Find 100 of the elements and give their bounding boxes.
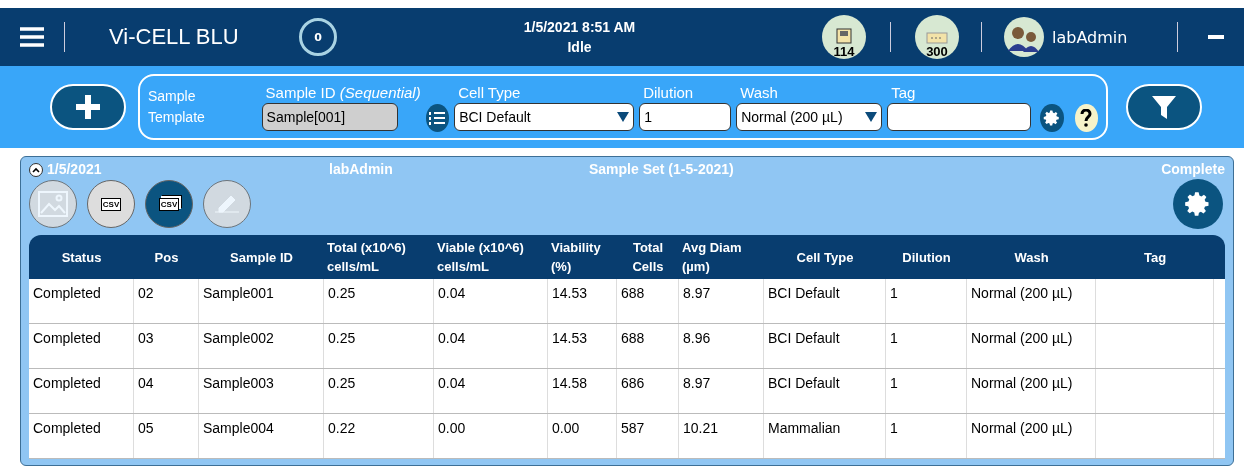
table-cell: 0.25 [324, 324, 434, 369]
table-cell: 0.25 [324, 369, 434, 414]
filter-icon [1151, 94, 1177, 120]
table-cell: 0.22 [324, 414, 434, 459]
column-header: Viable (x10^6) cells/mL [436, 239, 525, 277]
table-cell: BCI Default [764, 324, 886, 369]
table-cell: 587 [617, 414, 679, 459]
caret-icon [617, 111, 630, 122]
disposal-badge[interactable]: 300 [915, 15, 959, 59]
export-button[interactable]: CSV [87, 180, 135, 229]
table-cell: 688 [617, 324, 679, 369]
table-cell: 02 [134, 279, 199, 324]
column-header: Total Cells [631, 239, 665, 277]
table-cell: Normal (200 µL) [967, 369, 1096, 414]
app-title: Vi-CELL BLU [109, 24, 240, 50]
dilution-field[interactable]: 1 [639, 102, 732, 131]
table-cell: 14.53 [548, 324, 617, 369]
table-cell: Completed [29, 414, 134, 459]
column-header: Viability (%) [550, 239, 602, 277]
table-cell: 0.04 [434, 324, 548, 369]
collapse-button[interactable] [29, 163, 43, 178]
users-avatar-icon [1004, 17, 1044, 57]
help-icon[interactable] [1074, 104, 1098, 132]
image-icon [38, 191, 68, 218]
table-cell: 14.58 [548, 369, 617, 414]
column-header: Dilution [901, 248, 952, 267]
wash-dropdown[interactable]: Normal (200 µL) [736, 102, 883, 131]
caret-icon [32, 167, 40, 174]
column-header: Cell Type [795, 248, 855, 267]
table-cell: Sample002 [199, 324, 324, 369]
user-name[interactable]: labAdmin [1052, 27, 1147, 47]
date-time: 1/5/2021 8:51 AM [523, 18, 636, 37]
column-header: Status [60, 248, 103, 267]
plus-icon [75, 94, 101, 120]
table-cell: 688 [617, 279, 679, 324]
table-cell: 10.21 [679, 414, 764, 459]
field-label: Wash [739, 83, 779, 101]
sample-id-field[interactable]: Sample[001] [261, 102, 398, 131]
table-cell: 14.53 [548, 279, 617, 324]
tag-field[interactable] [887, 102, 1032, 131]
table-cell: BCI Default [764, 279, 886, 324]
table-cell: Completed [29, 324, 134, 369]
table-cell: 0.00 [548, 414, 617, 459]
set-name: Sample Set (1-5-2021) [589, 161, 735, 178]
table-cell: 1 [886, 279, 967, 324]
table-cell: 04 [134, 369, 199, 414]
table-cell: 1 [886, 369, 967, 414]
settings-button[interactable] [1173, 179, 1223, 230]
table-cell: Normal (200 µL) [967, 414, 1096, 459]
export-button[interactable]: CSV [145, 180, 193, 229]
table-cell: BCI Default [764, 369, 886, 414]
field-label: Sample ID (Sequential) [264, 83, 421, 101]
table-cell: 1 [886, 324, 967, 369]
table-cell: Sample003 [199, 369, 324, 414]
table-cell: Completed [29, 279, 134, 324]
table-cell: Mammalian [764, 414, 886, 459]
reagent-badge[interactable]: 114 [822, 15, 866, 59]
tray-icon [926, 32, 948, 44]
table-cell: 8.97 [679, 369, 764, 414]
table-cell: 686 [617, 369, 679, 414]
table-cell: 0.04 [434, 369, 548, 414]
table-cell: 03 [134, 324, 199, 369]
table-cell: Completed [29, 369, 134, 414]
field-label: Cell Type [457, 83, 522, 101]
set-status: Complete [1160, 161, 1225, 178]
field-label: Dilution [642, 83, 695, 101]
settings-icon[interactable] [1040, 104, 1064, 132]
table-cell: 0.00 [434, 414, 548, 459]
field-label: Tag [890, 83, 917, 101]
table-cell: Normal (200 µL) [967, 324, 1096, 369]
template-label: Sample Template [148, 87, 206, 127]
numbered-list-icon[interactable] [425, 104, 450, 132]
add-button[interactable] [50, 84, 126, 130]
csv-file-icon: CSV [158, 197, 180, 211]
table-cell: Normal (200 µL) [967, 279, 1096, 324]
column-header: Pos [153, 248, 180, 267]
table-cell: 05 [134, 414, 199, 459]
cell-type-dropdown[interactable]: BCI Default [454, 102, 635, 131]
set-user: labAdmin [329, 161, 394, 178]
table-cell: 8.96 [679, 324, 764, 369]
table-cell: 1 [886, 414, 967, 459]
queue-count[interactable]: 0 [299, 18, 337, 56]
column-header: Tag [1142, 248, 1168, 267]
system-status: Idle [567, 38, 592, 57]
table-cell: 0.04 [434, 279, 548, 324]
column-header: Total (x10^6) cells/mL [326, 239, 407, 277]
table-cell: Sample001 [199, 279, 324, 324]
column-header: Sample ID [229, 248, 294, 267]
pen-icon [213, 194, 241, 215]
filter-button[interactable] [1126, 84, 1202, 130]
set-date: 1/5/2021 [47, 161, 102, 177]
csv-file-icon: CSV [100, 197, 122, 211]
table-cell: Sample004 [199, 414, 324, 459]
reagent-pack-icon [835, 28, 853, 44]
menu-icon[interactable] [20, 27, 44, 47]
caret-icon [865, 111, 878, 122]
column-header: Wash [1013, 248, 1050, 267]
column-header: Avg Diam (µm) [681, 239, 743, 277]
settings-icon [1184, 190, 1212, 219]
table-cell: 8.97 [679, 279, 764, 324]
